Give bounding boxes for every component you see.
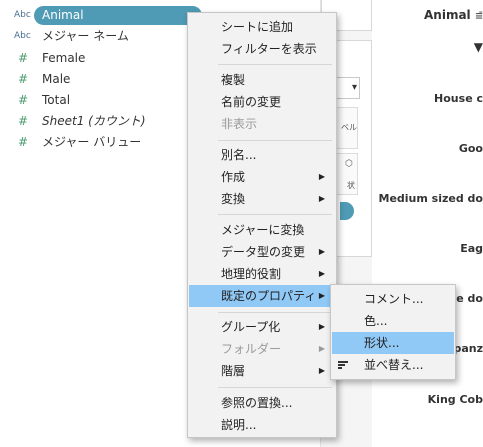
- string-type-icon: Abc: [14, 31, 31, 41]
- filter-icon[interactable]: ▼: [474, 40, 483, 54]
- submenu-arrow-icon: ▶: [318, 172, 325, 181]
- menu-replace-references[interactable]: 参照の置換...: [189, 392, 335, 414]
- menu-label: 参照の置換...: [221, 396, 293, 410]
- menu-geographic-role[interactable]: 地理的役割 ▶: [189, 263, 335, 285]
- menu-label: 別名...: [221, 148, 257, 162]
- marks-pill[interactable]: [340, 202, 354, 220]
- field-label: Male: [42, 72, 71, 86]
- submenu-sort[interactable]: 並べ替え...: [332, 354, 454, 376]
- menu-show-filter[interactable]: フィルターを表示: [189, 38, 335, 60]
- submenu-arrow-icon: ▶: [318, 247, 325, 256]
- menu-label: 形状...: [364, 336, 400, 350]
- menu-create[interactable]: 作成 ▶: [189, 166, 335, 188]
- number-type-icon: #: [18, 51, 29, 65]
- menu-describe[interactable]: 説明...: [189, 414, 335, 436]
- menu-duplicate[interactable]: 複製: [189, 69, 335, 91]
- menu-label: 作成: [221, 170, 246, 184]
- row-label: Eag: [460, 242, 483, 255]
- submenu-arrow-icon: ▶: [318, 194, 325, 203]
- submenu-arrow-icon: ▶: [318, 322, 325, 331]
- menu-transform[interactable]: 変換 ▶: [189, 188, 335, 210]
- menu-label: シートに追加: [221, 20, 294, 34]
- menu-label: 並べ替え...: [364, 358, 424, 372]
- shape-icon: ⬡: [345, 159, 353, 169]
- label-text: ベル: [341, 123, 357, 132]
- menu-aliases[interactable]: 別名...: [189, 144, 335, 166]
- menu-folders: フォルダー ▶: [189, 338, 335, 360]
- row-label: Goo: [458, 142, 483, 155]
- shape-label: 状: [347, 181, 355, 190]
- submenu-comment[interactable]: コメント...: [332, 288, 454, 310]
- submenu-arrow-icon: ▶: [318, 344, 325, 353]
- row-label: King Cob: [427, 393, 483, 406]
- menu-convert-to-measure[interactable]: メジャーに変換: [189, 219, 335, 241]
- field-label: Sheet1 (カウント): [42, 114, 146, 128]
- menu-label: 説明...: [221, 418, 257, 432]
- menu-label: 階層: [221, 364, 246, 378]
- column-header-label: Animal: [424, 8, 471, 22]
- context-menu: シートに追加 フィルターを表示 複製 名前の変更 非表示 別名... 作成 ▶ 変…: [187, 12, 337, 438]
- number-type-icon: #: [18, 72, 29, 86]
- field-label: Animal: [42, 8, 84, 22]
- menu-default-properties[interactable]: 既定のプロパティ ▶: [189, 285, 335, 307]
- field-label: メジャー ネーム: [42, 29, 129, 43]
- menu-change-data-type[interactable]: データ型の変更 ▶: [189, 241, 335, 263]
- menu-label: データ型の変更: [221, 245, 306, 259]
- field-label: Total: [42, 93, 71, 107]
- submenu-shape[interactable]: 形状...: [332, 332, 454, 354]
- menu-hide: 非表示: [189, 113, 335, 135]
- field-label: Female: [42, 51, 86, 65]
- menu-hierarchy[interactable]: 階層 ▶: [189, 360, 335, 382]
- submenu-arrow-icon: ▶: [318, 291, 325, 300]
- menu-separator: [218, 64, 332, 65]
- chevron-down-icon: ▾: [351, 82, 357, 93]
- column-header-animal[interactable]: Animal ≡̄: [424, 8, 483, 22]
- row-label: House c: [434, 92, 483, 105]
- row-label: Medium sized do: [378, 192, 483, 205]
- menu-label: フォルダー: [221, 342, 282, 356]
- menu-label: 色...: [364, 314, 388, 328]
- menu-add-to-sheet[interactable]: シートに追加: [189, 16, 335, 38]
- number-type-icon: #: [18, 93, 29, 107]
- sort-icon[interactable]: ≡̄: [475, 11, 483, 22]
- menu-separator: [218, 387, 332, 388]
- menu-label: フィルターを表示: [221, 42, 317, 56]
- menu-label: メジャーに変換: [221, 223, 305, 237]
- submenu-color[interactable]: 色...: [332, 310, 454, 332]
- number-type-icon: #: [18, 135, 29, 149]
- menu-label: 既定のプロパティ: [221, 289, 317, 303]
- submenu-arrow-icon: ▶: [318, 366, 325, 375]
- menu-label: グループ化: [221, 320, 281, 334]
- row-label: panz: [453, 342, 483, 355]
- default-properties-submenu: コメント... 色... 形状... 並べ替え...: [330, 284, 456, 380]
- string-type-icon: Abc: [14, 10, 31, 20]
- menu-label: 変換: [221, 192, 246, 206]
- menu-label: 非表示: [221, 117, 258, 131]
- menu-separator: [218, 312, 332, 313]
- menu-rename[interactable]: 名前の変更: [189, 91, 335, 113]
- menu-separator: [218, 214, 332, 215]
- menu-label: 複製: [221, 73, 246, 87]
- menu-group-by[interactable]: グループ化 ▶: [189, 316, 335, 338]
- number-type-icon: #: [18, 114, 29, 128]
- menu-label: 名前の変更: [221, 95, 282, 109]
- menu-label: 地理的役割: [221, 267, 282, 281]
- menu-label: コメント...: [364, 292, 424, 306]
- submenu-arrow-icon: ▶: [318, 269, 325, 278]
- field-label: メジャー バリュー: [42, 135, 142, 149]
- menu-separator: [218, 140, 332, 141]
- sort-icon: [338, 361, 348, 369]
